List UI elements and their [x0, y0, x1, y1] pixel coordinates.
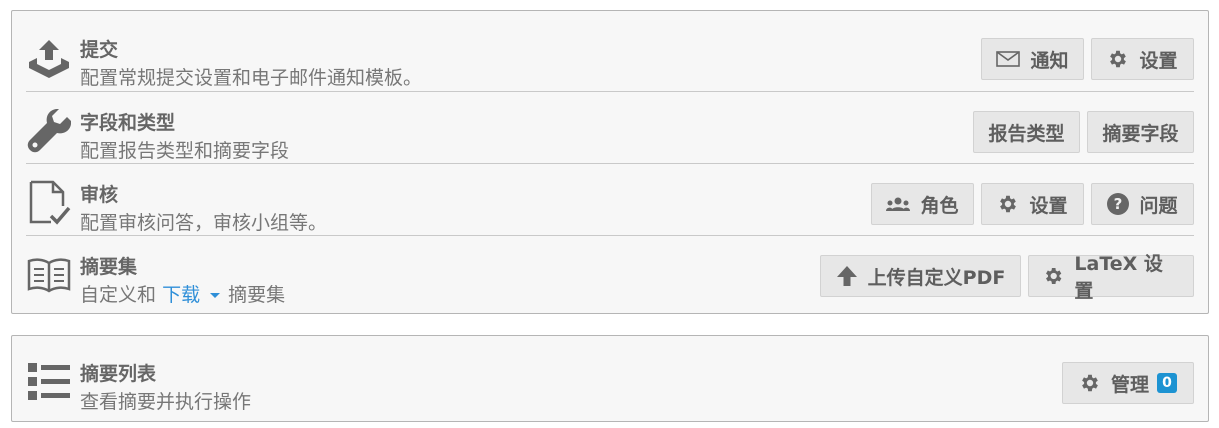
list-icon	[26, 359, 72, 405]
section-title: 字段和类型	[80, 112, 176, 134]
section-title: 提交	[80, 39, 119, 61]
section-description: 查看摘要并执行操作	[80, 391, 252, 413]
roles-button[interactable]: 角色	[871, 183, 974, 225]
upload-custom-pdf-button[interactable]: 上传自定义PDF	[820, 255, 1021, 297]
gear-icon	[1082, 374, 1098, 392]
download-dropdown-link[interactable]: 下载	[162, 284, 200, 306]
section-description: 配置报告类型和摘要字段	[80, 140, 290, 162]
submission-settings-button[interactable]: 设置	[1091, 38, 1194, 80]
manage-button[interactable]: 管理 0	[1062, 362, 1194, 404]
svg-text:?: ?	[1114, 195, 1123, 213]
arrow-up-icon	[836, 266, 857, 286]
gear-icon	[1000, 195, 1017, 213]
users-icon	[886, 197, 911, 211]
document-check-icon	[26, 180, 72, 226]
button-label: 角色	[920, 194, 959, 217]
section-fields-types: 字段和类型 配置报告类型和摘要字段 报告类型 摘要字段	[26, 91, 1194, 164]
button-label: 摘要字段	[1102, 122, 1179, 145]
gear-icon	[1046, 267, 1062, 285]
button-label: 报告类型	[988, 122, 1065, 145]
report-types-button[interactable]: 报告类型	[973, 111, 1080, 153]
button-label: 设置	[1029, 194, 1068, 217]
button-label: 上传自定义PDF	[867, 266, 1006, 289]
latex-settings-button[interactable]: LaTeX 设置	[1028, 253, 1194, 302]
upload-tray-icon	[26, 35, 72, 81]
section-title: 摘要列表	[80, 363, 157, 385]
abstract-list-panel: 摘要列表 查看摘要并执行操作 管理 0	[11, 335, 1209, 422]
open-book-icon	[26, 252, 72, 298]
question-circle-icon: ?	[1107, 193, 1130, 215]
button-label: 通知	[1030, 49, 1069, 72]
section-submission: 提交 配置常规提交设置和电子邮件通知模板。 通知 设置	[26, 19, 1194, 91]
count-badge: 0	[1157, 373, 1177, 393]
button-label: LaTeX 设置	[1074, 253, 1163, 302]
section-review: 审核 配置审核问答，审核小组等。 角色 设置 ? 问题	[26, 163, 1194, 236]
section-description: 配置审核问答，审核小组等。	[80, 212, 328, 234]
section-title: 审核	[80, 184, 119, 206]
questions-button[interactable]: ? 问题	[1091, 183, 1194, 225]
button-label: 设置	[1139, 49, 1178, 72]
abstract-fields-button[interactable]: 摘要字段	[1087, 111, 1194, 153]
description-prefix: 自定义和	[80, 284, 157, 306]
section-abstract-list: 摘要列表 查看摘要并执行操作 管理 0	[26, 343, 1194, 415]
button-label: 问题	[1139, 194, 1178, 217]
settings-panel: 提交 配置常规提交设置和电子邮件通知模板。 通知 设置 字段和类型 配置报告类型…	[11, 10, 1209, 314]
section-description: 配置常规提交设置和电子邮件通知模板。	[80, 67, 423, 89]
envelope-icon	[996, 51, 1021, 67]
section-book-of-abstracts: 摘要集 自定义和 下载 摘要集 上传自定义PDF LaTeX 设置	[26, 235, 1194, 308]
wrench-icon	[26, 108, 72, 154]
caret-down-icon[interactable]	[210, 293, 221, 298]
button-label: 管理	[1110, 373, 1149, 396]
description-suffix: 摘要集	[228, 284, 286, 306]
gear-icon	[1110, 50, 1127, 68]
notifications-button[interactable]: 通知	[981, 38, 1084, 80]
review-settings-button[interactable]: 设置	[981, 183, 1084, 225]
section-description: 自定义和 下载 摘要集	[80, 280, 285, 307]
section-title: 摘要集	[80, 256, 138, 278]
